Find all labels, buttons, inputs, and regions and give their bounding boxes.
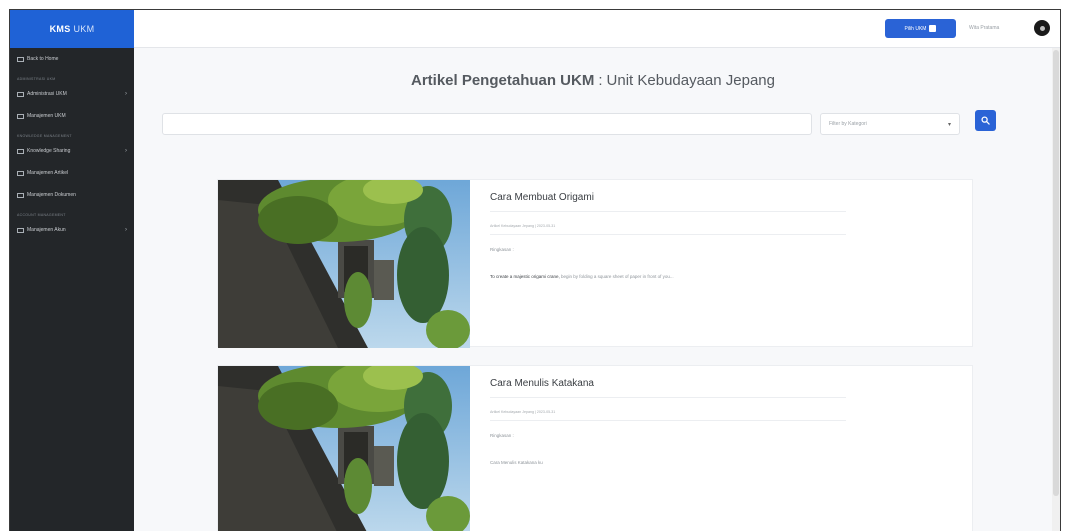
- page-title: Artikel Pengetahuan UKM: Unit Kebudayaan …: [134, 72, 1052, 89]
- sidebar-item-label: Knowledge Sharing: [27, 148, 71, 154]
- article-card[interactable]: Cara Membuat Origami Artikel Kebudayaan …: [217, 179, 973, 348]
- sidebar-item-label: Manajemen Akun: [27, 227, 66, 233]
- article-body: Cara Menulis Katakana Artikel Kebudayaan…: [490, 378, 945, 465]
- article-excerpt: Cara Menulis Katakana ku: [490, 460, 945, 465]
- brand-logo[interactable]: KMS UKM: [10, 10, 134, 48]
- divider: [490, 397, 846, 398]
- article-image: [218, 180, 470, 348]
- article-thumbnail[interactable]: [218, 180, 470, 348]
- main-content: Artikel Pengetahuan UKM: Unit Kebudayaan …: [134, 48, 1052, 531]
- sidebar-section-heading: KNOWLEDGE MANAGEMENT: [17, 134, 72, 138]
- search-input[interactable]: [162, 113, 812, 135]
- divider: [490, 420, 846, 421]
- sidebar-item-knowledge-sharing[interactable]: Knowledge Sharing ›: [10, 140, 134, 162]
- article-thumbnail[interactable]: [218, 366, 470, 531]
- home-icon: [17, 56, 24, 62]
- sidebar-item-manajemen-artikel[interactable]: Manajemen Artikel: [10, 162, 134, 184]
- summary-label: Ringkasan :: [490, 247, 514, 252]
- sidebar: KMS UKM Back to Home ADMINISTRASI UKM Admi…: [10, 10, 134, 531]
- square-icon: [929, 25, 937, 32]
- app-window: KMS UKM Back to Home ADMINISTRASI UKM Admi…: [9, 9, 1061, 531]
- article-excerpt: To create a majestic origami crane, begi…: [490, 274, 945, 279]
- sidebar-item-manajemen-ukm[interactable]: Manajemen UKM: [10, 105, 134, 127]
- sidebar-item-back-to-home[interactable]: Back to Home: [10, 48, 134, 70]
- user-icon: [1039, 25, 1045, 31]
- document-icon: [17, 192, 24, 198]
- page-title-bold: Artikel Pengetahuan UKM: [410, 72, 595, 89]
- page-title-unit: Unit Kebudayaan Jepang: [606, 72, 775, 89]
- scrollbar-thumb[interactable]: [1053, 50, 1059, 496]
- sidebar-item-administrasi-ukm[interactable]: Administrasi UKM ›: [10, 83, 134, 105]
- screenshot-frame: KMS UKM Back to Home ADMINISTRASI UKM Admi…: [0, 0, 1069, 531]
- article-title[interactable]: Cara Menulis Katakana: [490, 378, 945, 389]
- chevron-right-icon: ›: [125, 148, 127, 154]
- sidebar-menu: Back to Home ADMINISTRASI UKM Administrasi…: [10, 48, 134, 241]
- search-icon: [981, 116, 990, 125]
- article-image: [218, 366, 470, 531]
- sidebar-item-label: Manajemen Artikel: [27, 170, 69, 176]
- sidebar-item-label: Manajemen UKM: [27, 113, 66, 119]
- share-icon: [17, 148, 24, 154]
- page-title-separator: :: [598, 72, 603, 89]
- article-title[interactable]: Cara Membuat Origami: [490, 192, 945, 203]
- user-icon: [17, 227, 24, 233]
- summary-label: Ringkasan :: [490, 433, 514, 438]
- sidebar-item-label: Back to Home: [27, 56, 59, 62]
- divider: [490, 211, 846, 212]
- divider: [490, 234, 846, 235]
- article-body: Cara Membuat Origami Artikel Kebudayaan …: [490, 192, 945, 279]
- select-ukm-button[interactable]: Pilih UKM: [885, 19, 956, 38]
- chevron-right-icon: ›: [125, 91, 127, 97]
- chevron-right-icon: ›: [125, 227, 127, 233]
- user-name[interactable]: Wita Pratama: [969, 25, 999, 31]
- excerpt-text: Cara Menulis Katakana ku: [490, 460, 543, 465]
- article-icon: [17, 170, 24, 176]
- excerpt-text: begin by folding a square sheet of paper…: [561, 274, 674, 279]
- search-button[interactable]: [975, 110, 996, 131]
- topbar: Pilih UKM Wita Pratama: [134, 10, 1060, 48]
- article-meta: Artikel Kebudayaan Jepang | 2023-05-31: [490, 224, 556, 228]
- select-ukm-label: Pilih UKM: [904, 25, 927, 32]
- brand-title: KMS: [49, 24, 71, 34]
- brand-subtitle: UKM: [73, 24, 95, 34]
- sidebar-section-heading: ADMINISTRASI UKM: [17, 77, 56, 81]
- category-filter-value: Filter by Kategori: [829, 121, 867, 127]
- sidebar-item-manajemen-dokumen[interactable]: Manajemen Dokumen: [10, 184, 134, 206]
- sidebar-item-label: Administrasi UKM: [27, 91, 67, 97]
- caret-down-icon: ▾: [947, 121, 951, 128]
- sidebar-item-manajemen-akun[interactable]: Manajemen Akun ›: [10, 219, 134, 241]
- article-meta: Artikel Kebudayaan Jepang | 2023-05-31: [490, 410, 556, 414]
- category-filter-select[interactable]: Filter by Kategori ▾: [820, 113, 960, 135]
- folder-icon: [17, 91, 24, 97]
- sidebar-item-label: Manajemen Dokumen: [27, 192, 76, 198]
- sidebar-section-heading: ACCOUNT MANAGEMENT: [17, 213, 66, 217]
- list-icon: [17, 113, 24, 119]
- article-card[interactable]: Cara Menulis Katakana Artikel Kebudayaan…: [217, 365, 973, 531]
- avatar[interactable]: [1034, 20, 1050, 36]
- excerpt-highlight: To create a majestic origami crane,: [490, 274, 560, 279]
